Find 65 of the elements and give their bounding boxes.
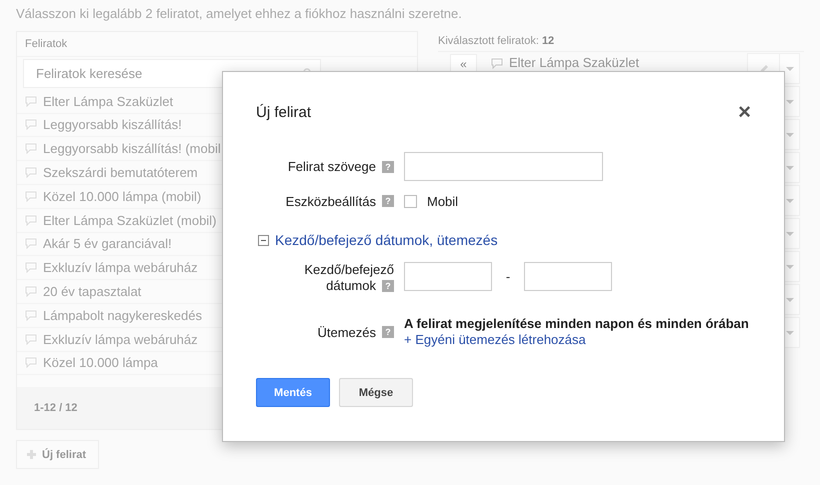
label-item[interactable]: Leggyorsabb kiszállítás! <box>43 117 182 132</box>
field-label: dátumok <box>326 278 376 294</box>
speech-bubble-icon <box>25 357 37 368</box>
speech-bubble-icon <box>25 143 37 154</box>
caret-icon <box>786 298 794 302</box>
text-input[interactable] <box>404 152 603 181</box>
speech-bubble-icon <box>25 238 37 250</box>
speech-bubble-icon <box>25 214 37 226</box>
caret-icon <box>786 330 794 334</box>
checkbox-label: Mobil <box>427 194 458 208</box>
label-item[interactable]: Közel 10.000 lámpa (mobil) <box>43 188 202 204</box>
label-item[interactable]: Akár 5 év garanciával! <box>43 236 172 252</box>
custom-schedule-link[interactable]: + Egyéni ütemezés létrehozása <box>404 332 749 348</box>
cancel-button[interactable]: Mégse <box>339 378 413 407</box>
help-icon[interactable]: ? <box>382 195 394 207</box>
field-label: Kezdő/befejező <box>304 262 394 278</box>
caret-icon <box>786 198 794 202</box>
help-icon[interactable]: ? <box>382 280 394 292</box>
end-date-input[interactable] <box>524 262 612 291</box>
speech-bubble-icon <box>25 119 37 130</box>
caret-icon <box>786 166 794 170</box>
speech-bubble-icon <box>25 167 37 178</box>
speech-bubble-icon <box>25 96 37 107</box>
label-item[interactable]: Exkluzív lámpa webáruház <box>43 260 198 276</box>
label-item[interactable]: Exkluzív lámpa webáruház <box>43 332 198 347</box>
start-date-input[interactable] <box>404 262 492 291</box>
label-item[interactable]: Elter Lámpa Szaküzlet <box>43 94 174 109</box>
label-item[interactable]: Közel 10.000 lámpa <box>43 355 158 370</box>
caret-icon <box>786 264 794 268</box>
field-label: Ütemezés <box>317 324 376 340</box>
caret-icon <box>786 66 794 70</box>
speech-bubble-icon <box>25 190 37 202</box>
save-button[interactable]: Mentés <box>256 378 330 407</box>
label-item[interactable]: Szekszárdi bemutatóterem <box>43 165 198 180</box>
field-label: Eszközbeállítás <box>286 194 376 208</box>
caret-icon <box>786 132 794 136</box>
speech-bubble-icon <box>25 334 37 345</box>
field-label: Felirat szövege <box>288 159 376 174</box>
speech-bubble-icon <box>25 310 37 321</box>
date-separator: - <box>504 268 512 286</box>
caret-icon <box>786 232 794 236</box>
selected-count-text: Kiválasztott feliratok: 12 <box>438 31 804 52</box>
speech-bubble-icon <box>25 262 37 274</box>
help-icon[interactable]: ? <box>382 326 394 338</box>
pager-text: 1-12 / 12 <box>34 402 78 414</box>
checkbox[interactable] <box>404 194 417 208</box>
schedule-summary: A felirat megjelenítése minden napon és minden órában <box>404 316 749 332</box>
speech-bubble-icon <box>25 286 37 298</box>
new-label-button[interactable]: Új felirat <box>16 440 99 469</box>
dropdown-button[interactable] <box>780 53 800 84</box>
caret-icon <box>786 100 794 104</box>
label-item[interactable]: Lámpabolt nagykereskedés <box>43 308 202 323</box>
close-button[interactable]: × <box>735 101 754 123</box>
plus-icon <box>27 450 36 459</box>
instruction-text: Válasszon ki legalább 2 feliratot, amelyet ehhez a fiókhoz használni szeretne. <box>16 6 463 23</box>
label-item[interactable]: 20 év tapasztalat <box>43 284 142 300</box>
speech-bubble-icon <box>491 58 503 69</box>
selected-label: Elter Lámpa Szaküzlet <box>509 55 640 70</box>
collapse-icon[interactable] <box>258 234 269 246</box>
dialog-title: Új felirat <box>256 104 312 120</box>
label-item[interactable]: Leggyorsabb kiszállítás! (mobil <box>43 141 221 156</box>
help-icon[interactable]: ? <box>382 160 394 172</box>
section-link[interactable]: Kezdő/befejező dátumok, ütemezés <box>275 232 498 248</box>
panel-heading: Feliratok <box>17 32 417 57</box>
label-item[interactable]: Elter Lámpa Szaküzlet (mobil) <box>43 212 216 228</box>
